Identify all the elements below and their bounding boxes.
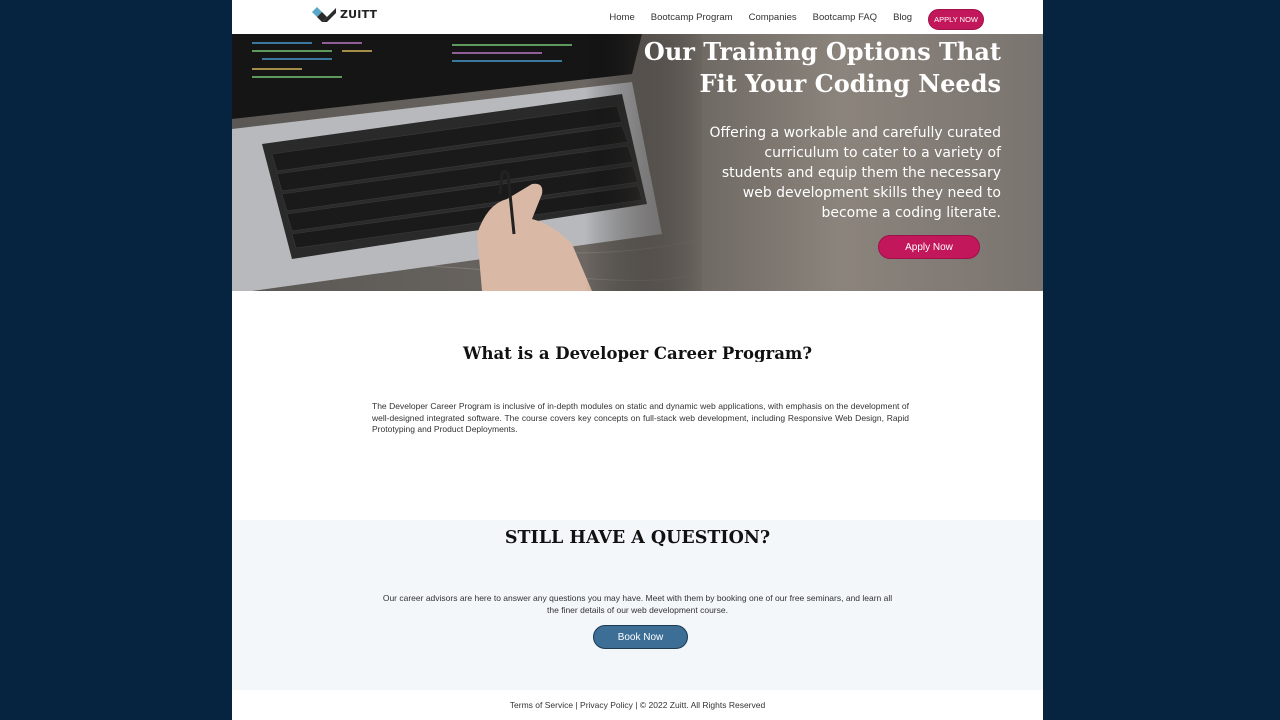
apply-now-nav-button[interactable]: APPLY NOW: [928, 9, 984, 30]
nav-links: Home Bootcamp Program Companies Bootcamp…: [593, 7, 984, 30]
privacy-link[interactable]: Privacy Policy: [580, 700, 633, 710]
logo-text: ZUITT: [340, 7, 378, 21]
question-heading: STILL HAVE A QUESTION?: [504, 528, 771, 548]
hero-title: Our Training Options That Fit Your Codin…: [643, 37, 1001, 98]
program-description: The Developer Career Program is inclusiv…: [372, 401, 909, 434]
book-now-button[interactable]: Book Now: [593, 625, 688, 649]
nav-blog[interactable]: Blog: [893, 12, 912, 23]
page: ZUITT Home Bootcamp Program Companies Bo…: [232, 0, 1043, 720]
nav-companies[interactable]: Companies: [749, 12, 797, 23]
navbar: ZUITT Home Bootcamp Program Companies Bo…: [232, 0, 1043, 34]
nav-home[interactable]: Home: [609, 12, 634, 23]
logo-icon: [312, 7, 336, 22]
terms-link[interactable]: Terms of Service: [510, 700, 573, 710]
copyright-text: © 2022 Zuitt. All Rights Reserved: [639, 700, 766, 710]
apply-now-hero-button[interactable]: Apply Now: [878, 235, 980, 259]
nav-bootcamp-program[interactable]: Bootcamp Program: [651, 12, 733, 23]
question-description: Our career advisors are here to answer a…: [382, 593, 893, 615]
question-section: STILL HAVE A QUESTION? Our career adviso…: [232, 520, 1043, 690]
logo[interactable]: ZUITT: [312, 3, 377, 25]
footer: Terms of Service | Privacy Policy | © 20…: [232, 700, 1043, 710]
laptop-hero-image: [232, 34, 702, 291]
program-heading: What is a Developer Career Program?: [462, 344, 813, 362]
hero-banner: Our Training Options That Fit Your Codin…: [232, 34, 1043, 291]
nav-bootcamp-faq[interactable]: Bootcamp FAQ: [813, 12, 877, 23]
hero-description: Offering a workable and carefully curate…: [709, 125, 1001, 221]
